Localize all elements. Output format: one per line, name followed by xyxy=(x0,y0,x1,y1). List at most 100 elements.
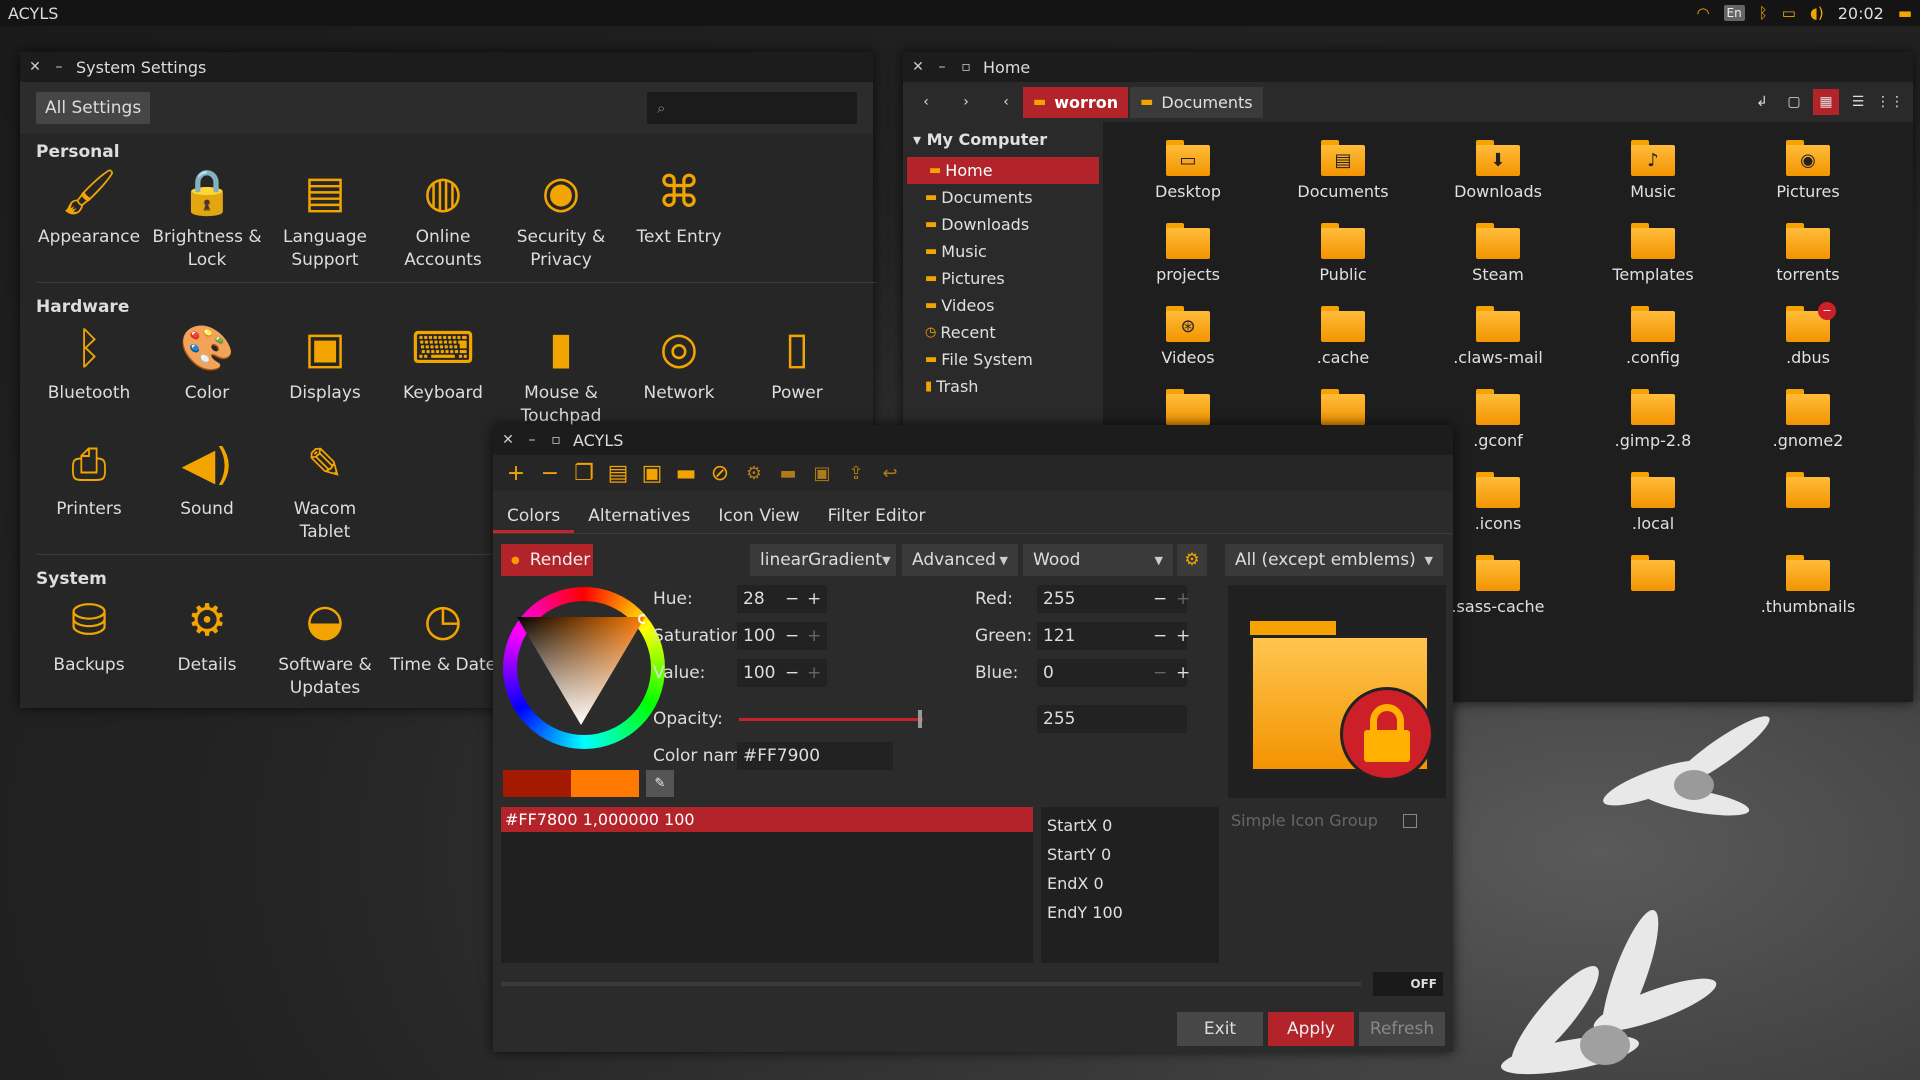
search-input[interactable]: ⌕ xyxy=(647,92,857,124)
folder-icon[interactable]: ▬ xyxy=(775,463,801,484)
clock[interactable]: 20:02 xyxy=(1838,4,1884,23)
sidebar-item-trash[interactable]: ▮ Trash xyxy=(903,373,1103,400)
forward-icon[interactable]: › xyxy=(953,89,979,115)
settings-item-power[interactable]: ▯ Power xyxy=(738,320,856,405)
maximize-icon[interactable]: ▫ xyxy=(959,59,973,75)
settings-item-security[interactable]: ◉ Security & Privacy xyxy=(502,164,620,272)
bluetooth-tray-icon[interactable]: ᛒ xyxy=(1759,4,1768,22)
file-item[interactable]: .claws-mail xyxy=(1423,306,1573,367)
settings-item-backups[interactable]: ⛁ Backups xyxy=(30,592,148,677)
keyboard-layout-indicator[interactable]: En xyxy=(1723,5,1745,21)
file-item[interactable]: ◉ Pictures xyxy=(1733,140,1883,201)
file-item[interactable]: ♪ Music xyxy=(1578,140,1728,201)
volume-icon[interactable]: ◖) xyxy=(1810,4,1824,22)
file-item[interactable]: Public xyxy=(1268,223,1418,284)
notification-icon[interactable]: ▬ xyxy=(1898,4,1912,22)
settings-item-text-entry[interactable]: ⌘ Text Entry xyxy=(620,164,738,249)
sidebar-item-downloads[interactable]: ▬ Downloads xyxy=(903,211,1103,238)
file-item[interactable]: − .dbus xyxy=(1733,302,1883,367)
file-item[interactable]: ▭ Desktop xyxy=(1113,140,1263,201)
sidebar-item-home[interactable]: ▬ Home xyxy=(907,157,1099,184)
maximize-icon[interactable]: ▫ xyxy=(549,432,563,448)
wifi-icon[interactable]: ◠ xyxy=(1696,4,1709,22)
breadcrumb-documents[interactable]: ▬ Documents xyxy=(1130,86,1263,118)
paste-icon[interactable]: ▤ xyxy=(605,461,631,486)
texture-select[interactable]: Wood ▼ xyxy=(1023,544,1173,576)
value-increment-button[interactable]: + xyxy=(807,663,821,683)
exit-button[interactable]: Exit xyxy=(1177,1012,1263,1046)
file-item[interactable]: .thumbnails xyxy=(1733,555,1883,616)
hue-increment-button[interactable]: + xyxy=(807,589,821,609)
green-increment-button[interactable]: + xyxy=(1176,626,1190,646)
hue-decrement-button[interactable]: − xyxy=(785,589,799,609)
settings-icon[interactable]: ⚙ xyxy=(741,463,767,484)
red-decrement-button[interactable]: − xyxy=(1153,589,1167,609)
sidebar-item-documents[interactable]: ▬ Documents xyxy=(903,184,1103,211)
value-decrement-button[interactable]: − xyxy=(785,663,799,683)
open-folder-icon[interactable]: ▬ xyxy=(673,461,699,486)
settings-item-software[interactable]: ◒ Software & Updates xyxy=(266,592,384,700)
compact-view-icon[interactable]: ⋮⋮ xyxy=(1876,89,1904,115)
file-item[interactable]: ▤ Documents xyxy=(1268,140,1418,201)
file-item[interactable]: .config xyxy=(1578,306,1728,367)
tab-icon-view[interactable]: Icon View xyxy=(704,500,813,533)
sidebar-item-filesystem[interactable]: ▬ File System xyxy=(903,346,1103,373)
settings-item-bluetooth[interactable]: ᛒ Bluetooth xyxy=(30,320,148,405)
battery-tray-icon[interactable]: ▭ xyxy=(1782,4,1796,22)
save-icon[interactable]: ▣ xyxy=(639,461,665,486)
file-item[interactable]: ⬇ Downloads xyxy=(1423,140,1573,201)
settings-item-displays[interactable]: ▣ Displays xyxy=(266,320,384,405)
close-icon[interactable]: ✕ xyxy=(501,432,515,448)
sidebar-header[interactable]: ▾ My Computer xyxy=(903,122,1103,157)
filter-select[interactable]: All (except emblems) ▼ xyxy=(1225,544,1443,576)
settings-item-color[interactable]: 🎨 Color xyxy=(148,320,266,405)
settings-item-brightness[interactable]: 🔒 Brightness & Lock xyxy=(148,164,266,272)
endy-value[interactable]: EndY 100 xyxy=(1047,898,1213,927)
list-view-icon[interactable]: ☰ xyxy=(1845,89,1871,115)
eyedropper-button[interactable]: ✎ xyxy=(646,770,674,797)
close-icon[interactable]: ✕ xyxy=(28,59,42,75)
file-item[interactable]: Templates xyxy=(1578,223,1728,284)
settings-item-time-date[interactable]: ◷ Time & Date xyxy=(384,592,502,677)
copy-icon[interactable]: ❐ xyxy=(571,461,597,486)
remove-icon[interactable]: − xyxy=(537,461,563,486)
blue-decrement-button[interactable]: − xyxy=(1153,663,1167,683)
tab-colors[interactable]: Colors xyxy=(493,500,575,533)
texture-settings-button[interactable]: ⚙ xyxy=(1177,544,1207,576)
saturation-decrement-button[interactable]: − xyxy=(785,626,799,646)
back-icon[interactable]: ‹ xyxy=(913,89,939,115)
mode-select[interactable]: Advanced ▼ xyxy=(902,544,1018,576)
opacity-field[interactable]: 255 xyxy=(1037,705,1187,733)
path-toggle-icon[interactable]: ↲ xyxy=(1749,89,1775,115)
green-decrement-button[interactable]: − xyxy=(1153,626,1167,646)
tab-filter-editor[interactable]: Filter Editor xyxy=(814,500,940,533)
saturation-increment-button[interactable]: + xyxy=(807,626,821,646)
settings-item-mouse[interactable]: ▮ Mouse & Touchpad xyxy=(502,320,620,428)
breadcrumb-left-icon[interactable]: ‹ xyxy=(993,89,1019,115)
settings-item-appearance[interactable]: 🖌 Appearance xyxy=(30,164,148,249)
cancel-icon[interactable]: ⊘ xyxy=(707,461,733,486)
simple-icon-group-checkbox[interactable] xyxy=(1403,814,1417,828)
color-name-field[interactable]: #FF7900 xyxy=(737,742,893,770)
starty-value[interactable]: StartY 0 xyxy=(1047,840,1213,869)
scrollbar[interactable] xyxy=(501,982,1361,986)
tab-alternatives[interactable]: Alternatives xyxy=(574,500,704,533)
file-item[interactable]: ⊛ Videos xyxy=(1113,306,1263,367)
sidebar-item-recent[interactable]: ◷ Recent xyxy=(903,319,1103,346)
all-settings-button[interactable]: All Settings xyxy=(36,92,151,124)
color-triangle[interactable] xyxy=(517,613,645,725)
minimize-icon[interactable]: – xyxy=(935,59,949,75)
minimize-icon[interactable]: – xyxy=(525,432,539,448)
file-item[interactable]: .cache xyxy=(1268,306,1418,367)
refresh-button[interactable]: Refresh xyxy=(1359,1012,1445,1046)
file-item[interactable]: .gnome2 xyxy=(1733,389,1883,450)
minimize-icon[interactable]: – xyxy=(52,59,66,75)
opacity-slider-handle[interactable] xyxy=(918,710,922,728)
gradient-select[interactable]: linearGradient ▼ xyxy=(750,544,896,576)
sidebar-item-videos[interactable]: ▬ Videos xyxy=(903,292,1103,319)
close-icon[interactable]: ✕ xyxy=(911,59,925,75)
settings-item-printers[interactable]: ⎙ Printers xyxy=(30,436,148,521)
file-item[interactable]: torrents xyxy=(1733,223,1883,284)
breadcrumb-worron[interactable]: ▬ worron xyxy=(1023,86,1129,118)
opacity-slider[interactable] xyxy=(739,718,923,721)
